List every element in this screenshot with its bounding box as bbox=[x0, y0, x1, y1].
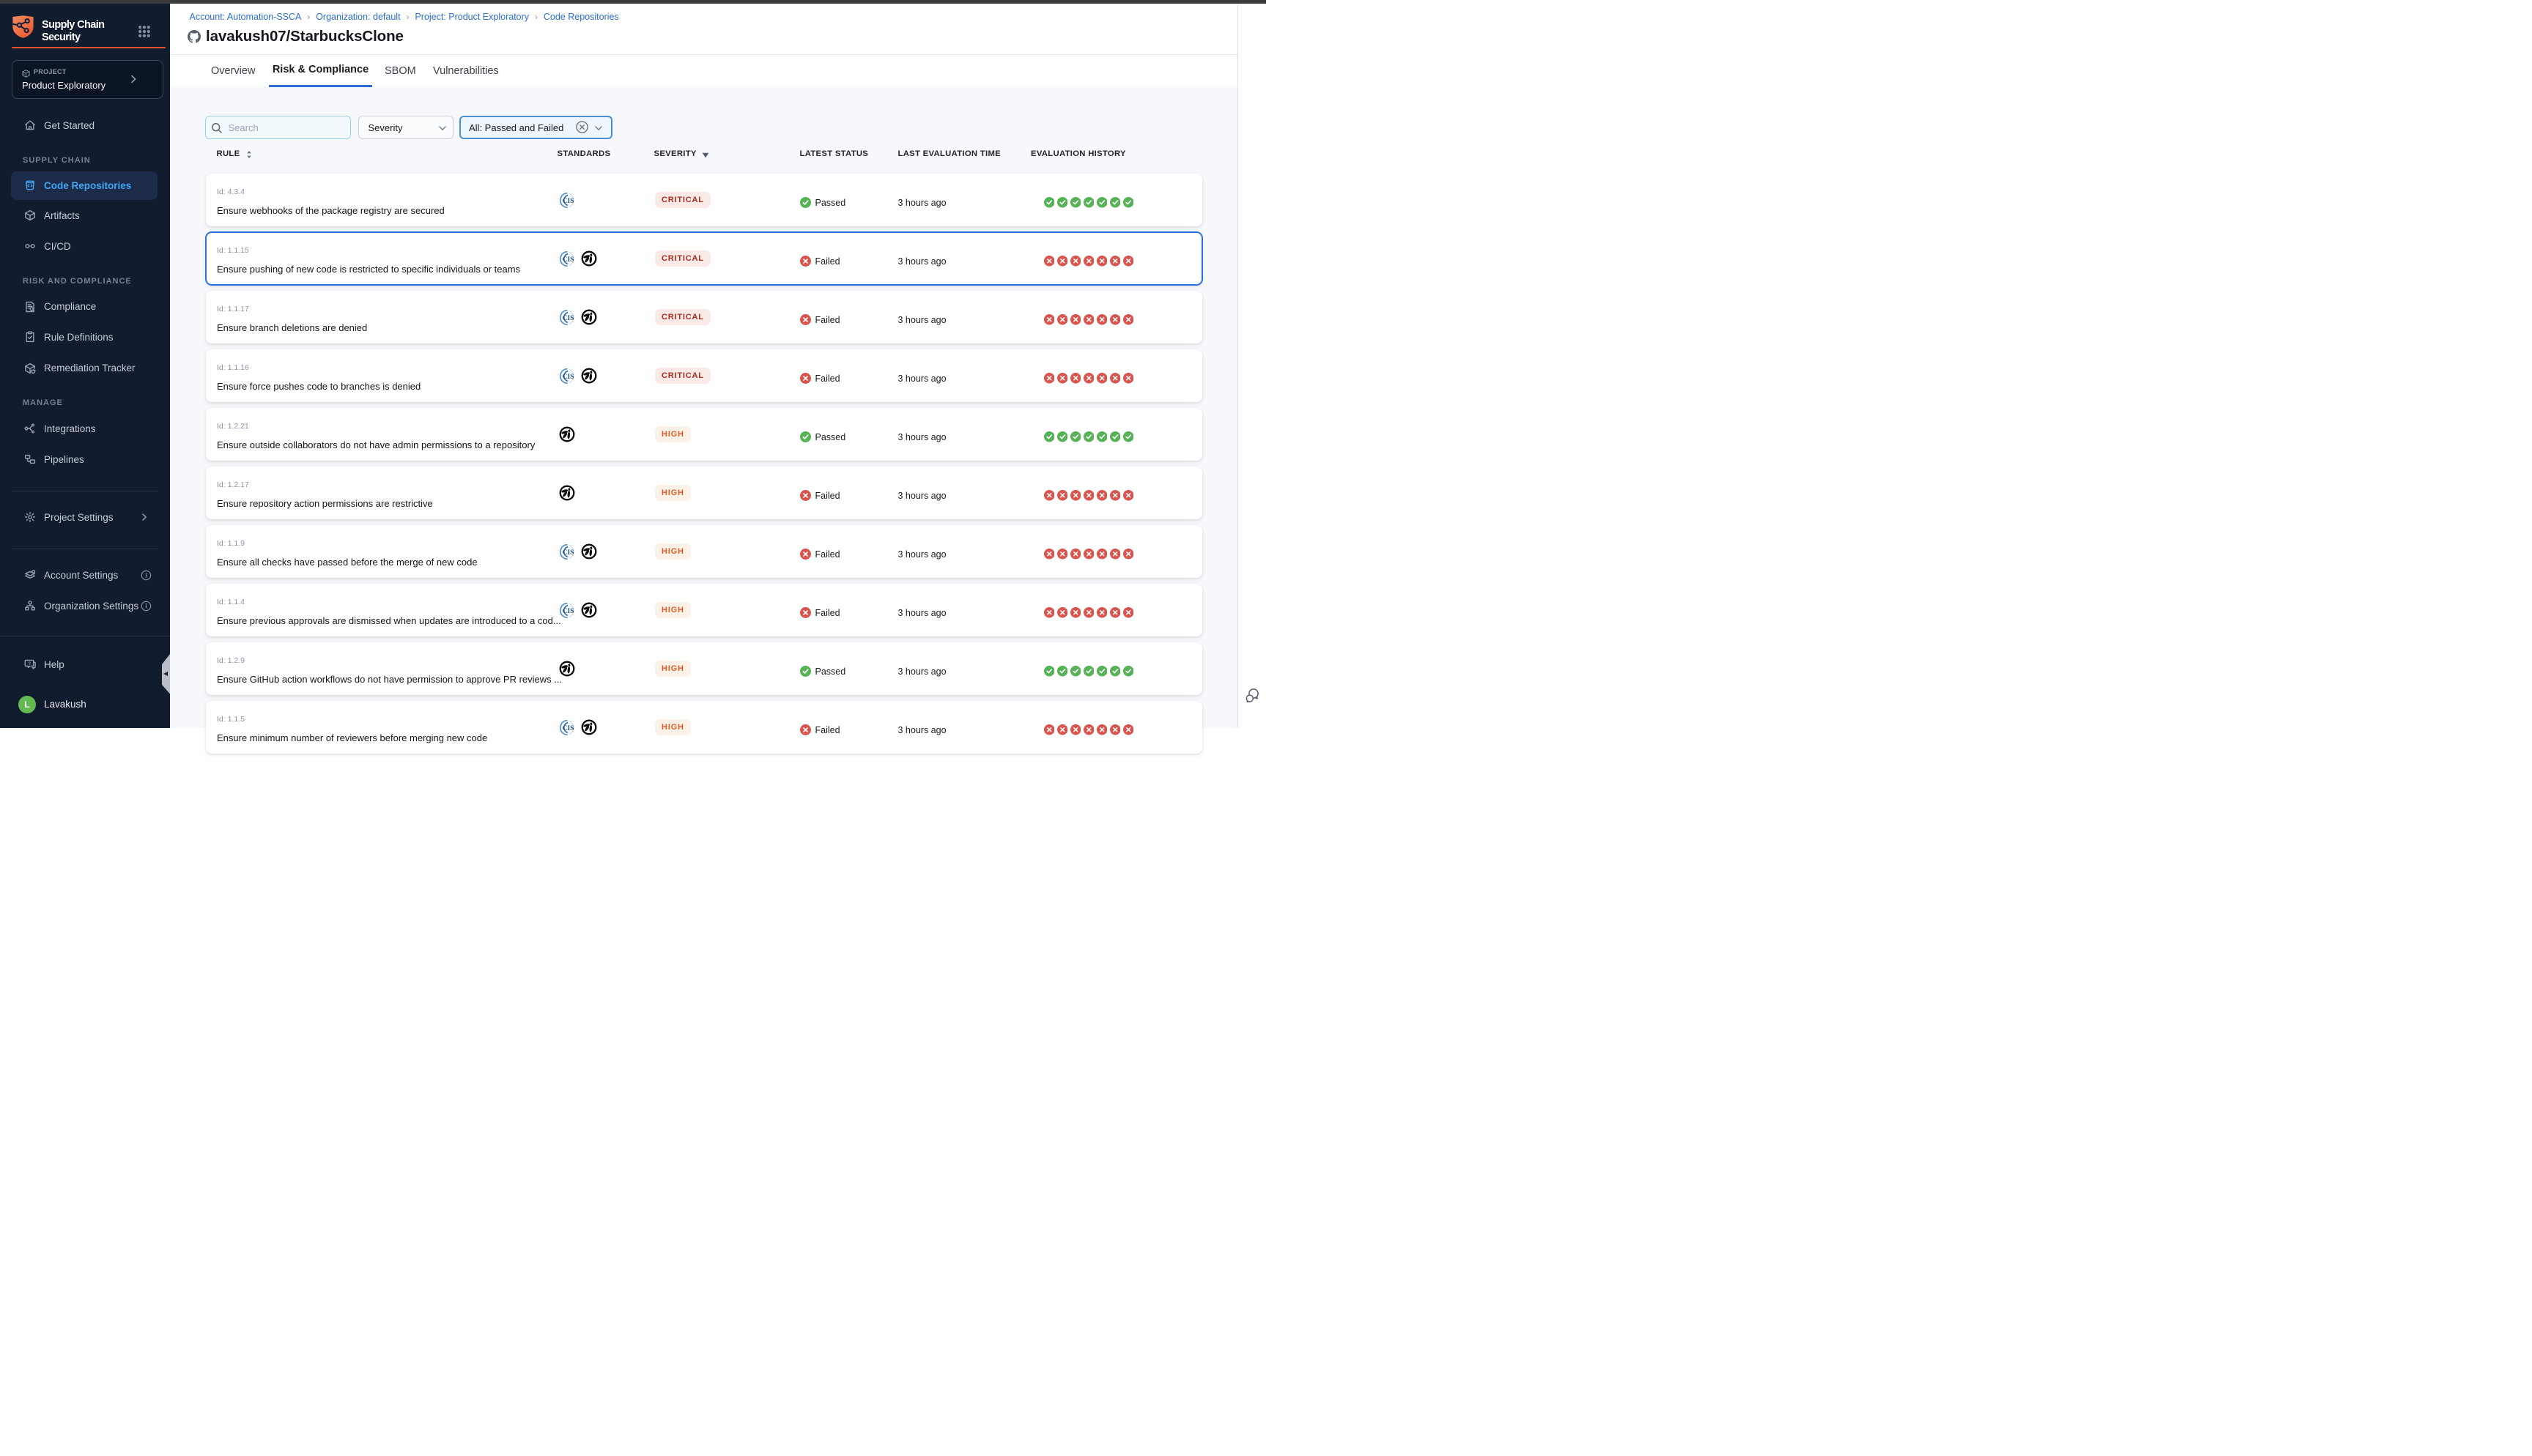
svg-text:?: ? bbox=[28, 661, 31, 666]
